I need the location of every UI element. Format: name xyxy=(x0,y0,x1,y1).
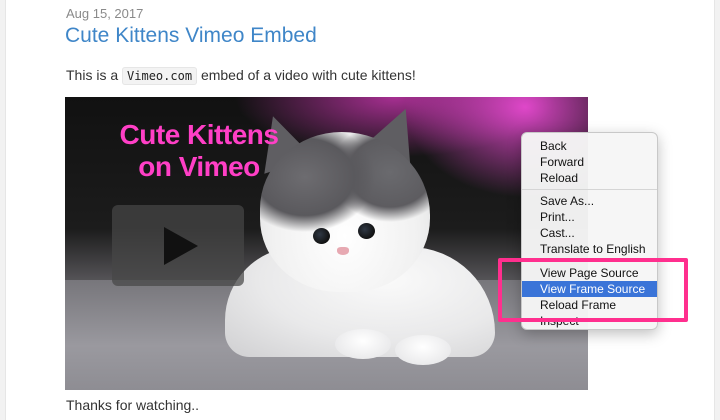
video-title-overlay: Cute Kittens on Vimeo xyxy=(99,119,299,183)
video-title-line2: on Vimeo xyxy=(138,151,260,182)
intro-code: Vimeo.com xyxy=(122,67,198,85)
kitten-eye-left xyxy=(313,228,330,244)
post-intro: This is a Vimeo.com embed of a video wit… xyxy=(66,67,416,85)
menu-item-view-frame-source[interactable]: View Frame Source xyxy=(522,281,657,297)
context-menu: Back Forward Reload Save As... Print... … xyxy=(521,132,658,330)
menu-item-back[interactable]: Back xyxy=(522,138,657,154)
menu-item-save-as[interactable]: Save As... xyxy=(522,193,657,209)
kitten-paw-right xyxy=(395,335,451,365)
menu-separator xyxy=(522,189,657,190)
play-button[interactable] xyxy=(112,205,244,286)
post-date: Aug 15, 2017 xyxy=(66,6,144,21)
kitten-eye-right xyxy=(358,223,375,239)
kitten-nose xyxy=(337,247,349,255)
post-outro: Thanks for watching.. xyxy=(66,397,200,413)
video-title-line1: Cute Kittens xyxy=(119,119,279,150)
menu-item-view-page-source[interactable]: View Page Source xyxy=(522,265,657,281)
menu-separator xyxy=(522,260,657,261)
menu-item-translate[interactable]: Translate to English xyxy=(522,241,657,257)
play-icon xyxy=(164,227,198,265)
menu-item-forward[interactable]: Forward xyxy=(522,154,657,170)
post-title-link[interactable]: Cute Kittens Vimeo Embed xyxy=(65,24,317,48)
intro-text-before: This is a xyxy=(66,67,123,83)
menu-item-cast[interactable]: Cast... xyxy=(522,225,657,241)
menu-item-reload-frame[interactable]: Reload Frame xyxy=(522,297,657,313)
intro-text-after: embed of a video with cute kittens! xyxy=(200,67,416,83)
vimeo-video-embed[interactable]: Cute Kittens on Vimeo xyxy=(65,97,588,390)
kitten-paw-left xyxy=(335,329,391,359)
menu-item-print[interactable]: Print... xyxy=(522,209,657,225)
menu-item-inspect[interactable]: Inspect xyxy=(522,313,657,329)
menu-item-reload[interactable]: Reload xyxy=(522,170,657,186)
